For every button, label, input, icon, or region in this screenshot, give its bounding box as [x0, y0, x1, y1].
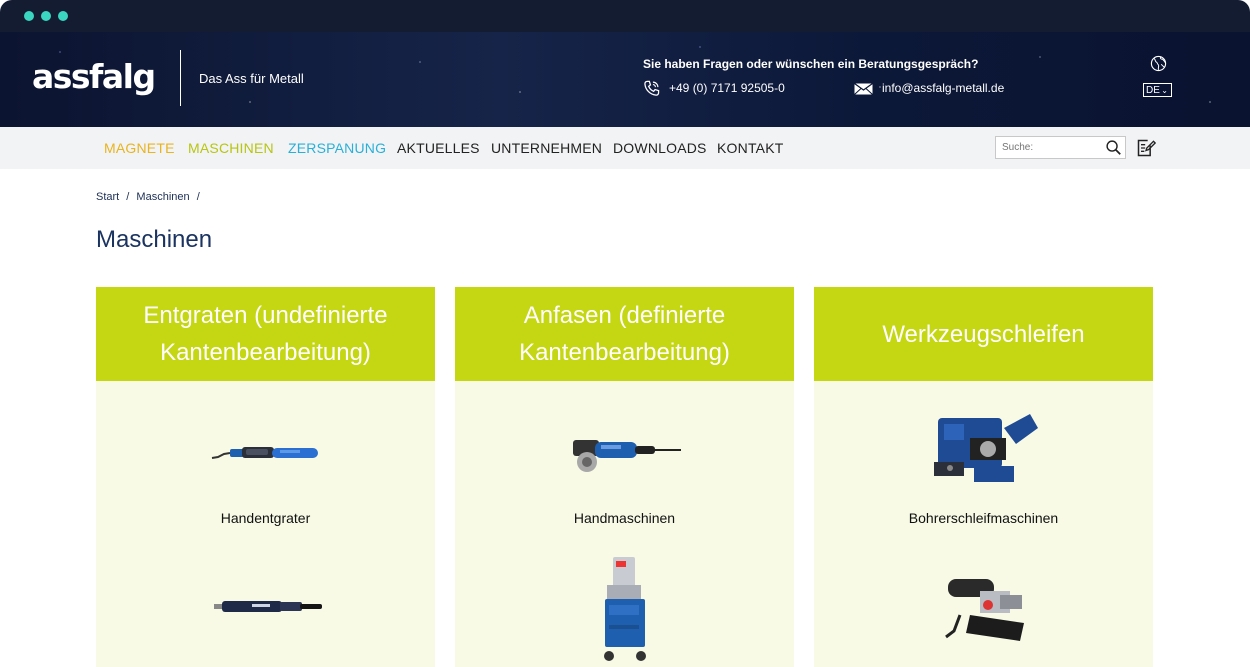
nav-item-unternehmen[interactable]: UNTERNEHMEN — [491, 140, 602, 156]
globe-icon[interactable] — [1150, 55, 1167, 72]
page-title: Maschinen — [96, 226, 213, 253]
breadcrumb-separator: / — [126, 191, 130, 203]
category-card-entgraten[interactable]: Entgraten (undefinierte Kantenbearbeitun… — [96, 287, 435, 667]
category-title[interactable]: Entgraten (undefinierte Kantenbearbeitun… — [96, 287, 435, 381]
search-box — [995, 136, 1126, 159]
category-title[interactable]: Werkzeugschleifen — [814, 287, 1153, 381]
drill-grinding-machine-image[interactable] — [930, 408, 1040, 490]
contact-question: Sie haben Fragen oder wünschen ein Berat… — [643, 57, 979, 71]
breadcrumb-link-start[interactable]: Start — [96, 191, 119, 203]
stationary-chamfering-machine-image[interactable] — [601, 555, 651, 665]
window-dot-icon[interactable] — [58, 11, 68, 21]
phone-number[interactable]: +49 (0) 7171 92505-0 — [669, 81, 785, 95]
category-title[interactable]: Anfasen (definierte Kantenbearbeitung) — [455, 287, 794, 381]
edit-note-icon[interactable] — [1136, 138, 1156, 158]
nav-item-maschinen[interactable]: MASCHINEN — [188, 140, 274, 156]
hand-chamfering-machine-image[interactable] — [571, 432, 683, 476]
item-label-handmaschinen[interactable]: Handmaschinen — [455, 510, 794, 526]
assfalg-logo[interactable]: assfalg — [32, 56, 166, 100]
nav-item-zerspanung[interactable]: ZERSPANUNG — [288, 140, 386, 156]
grinder-pen-image[interactable] — [212, 598, 324, 616]
nav-item-kontakt[interactable]: KONTAKT — [717, 140, 783, 156]
email-address[interactable]: info@assfalg-metall.de — [882, 81, 1004, 95]
mail-icon — [854, 83, 873, 95]
language-select[interactable]: DE ⌄ — [1143, 83, 1172, 97]
item-label-handentgrater[interactable]: Handentgrater — [96, 510, 435, 526]
tagline: Das Ass für Metall — [199, 71, 304, 86]
nav-item-aktuelles[interactable]: AKTUELLES — [397, 140, 480, 156]
breadcrumb-separator: / — [196, 191, 200, 203]
item-label-bohrerschleifmaschinen[interactable]: Bohrerschleifmaschinen — [814, 510, 1153, 526]
phone-icon — [644, 80, 660, 96]
main-navigation: MAGNETE MASCHINEN ZERSPANUNG AKTUELLES U… — [0, 127, 1250, 169]
chevron-down-icon: ⌄ — [1161, 86, 1168, 95]
header-divider — [180, 50, 181, 106]
window-dot-icon[interactable] — [24, 11, 34, 21]
logo-text: assfalg — [32, 57, 155, 96]
browser-window: assfalg Das Ass für Metall Sie haben Fra… — [0, 0, 1250, 667]
breadcrumb: Start / Maschinen / — [96, 191, 204, 203]
category-card-anfasen[interactable]: Anfasen (definierte Kantenbearbeitung) H… — [455, 287, 794, 667]
category-card-werkzeugschleifen[interactable]: Werkzeugschleifen Bohrerschleifmaschinen — [814, 287, 1153, 667]
nav-item-magnete[interactable]: MAGNETE — [104, 140, 175, 156]
site-header: assfalg Das Ass für Metall Sie haben Fra… — [0, 32, 1250, 127]
breadcrumb-link-maschinen[interactable]: Maschinen — [136, 191, 189, 203]
search-input[interactable] — [1002, 140, 1100, 155]
deburring-tool-image[interactable] — [210, 439, 322, 463]
nav-item-downloads[interactable]: DOWNLOADS — [613, 140, 707, 156]
window-dot-icon[interactable] — [41, 11, 51, 21]
language-value: DE — [1146, 85, 1160, 96]
window-titlebar — [0, 0, 1250, 32]
grinding-device-image[interactable] — [940, 571, 1030, 647]
search-icon[interactable] — [1105, 139, 1122, 156]
